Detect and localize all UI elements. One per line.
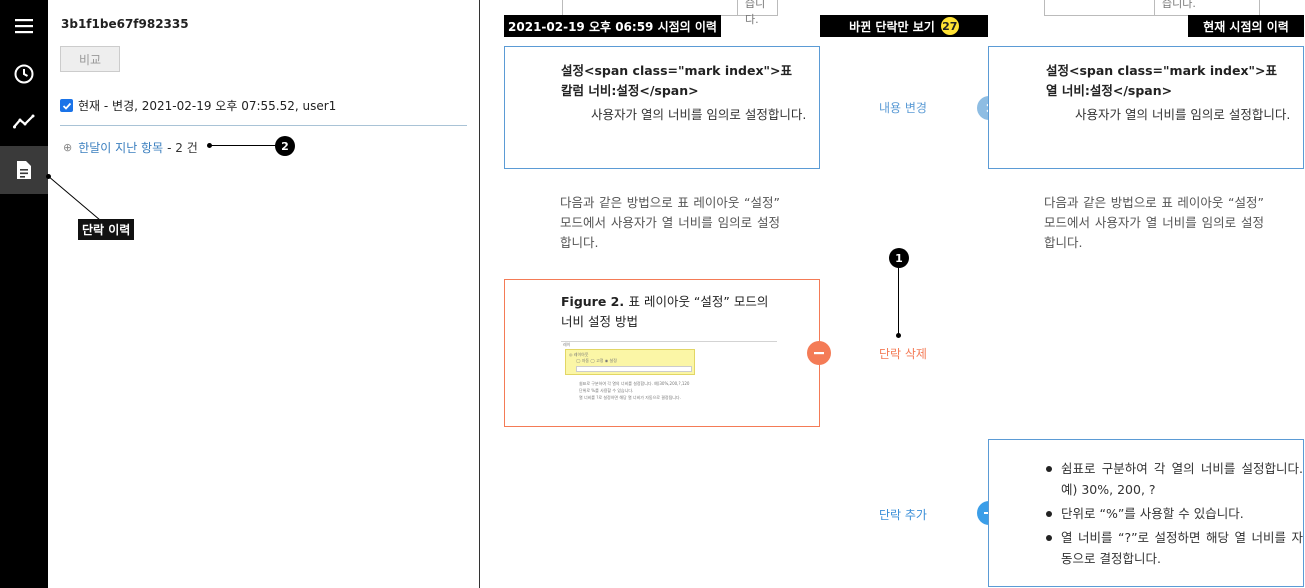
panel-divider	[60, 125, 467, 126]
right-unchanged-paragraph: 다음과 같은 방법으로 표 레이아웃 “설정” 모드에서 사용자가 열 너비를 …	[1044, 195, 1264, 250]
icon-rail	[0, 0, 48, 588]
expand-plus-icon[interactable]: ⊕	[63, 141, 72, 154]
menu-button[interactable]	[0, 2, 48, 50]
history-panel: 3b1f1be67f982335 비교 현재 - 변경, 2021-02-19 …	[48, 0, 480, 588]
figure-layout-options: ◎ 레이아웃 ◯ 자동 ◯ 고정 ◉ 설정	[565, 349, 695, 375]
older-items-link[interactable]: 한달이 지난 항목	[78, 139, 163, 156]
changed-only-toggle[interactable]: 바뀐 단락만 보기 27	[820, 15, 988, 37]
changed-only-label: 바뀐 단락만 보기	[849, 19, 935, 34]
left-modified-title: 설정<span class="mark index">표 칼럼 너비:설정</s…	[561, 63, 792, 98]
statistics-button[interactable]	[0, 98, 48, 146]
callout-1-anchor	[896, 333, 901, 338]
deleted-figure-caption: Figure 2. 표 레이아웃 “설정” 모드의 너비 설정 방법	[561, 294, 769, 329]
changes-count-badge: 27	[940, 17, 959, 35]
compare-view: 습니다. 습니다. 2021-02-19 오후 06:59 시점의 이력 바뀐 …	[481, 0, 1305, 588]
compare-button[interactable]: 비교	[60, 46, 120, 72]
left-unchanged-paragraph: 다음과 같은 방법으로 표 레이아웃 “설정” 모드에서 사용자가 열 너비를 …	[560, 195, 780, 250]
current-revision-label: 현재 - 변경, 2021-02-19 오후 07:55.52, user1	[78, 99, 337, 113]
left-previous-box-stub: 습니다.	[562, 0, 778, 26]
left-modified-desc: 사용자가 열의 너비를 임의로 설정합니다.	[591, 107, 807, 122]
right-stub-text: 습니다.	[1162, 0, 1196, 10]
checkmark-icon	[62, 102, 71, 110]
paragraph-history-button[interactable]	[0, 146, 48, 194]
list-item: 쉼표로 구분하여 각 열의 너비를 설정합니다. 예) 30%, 200, ?	[1043, 458, 1303, 500]
callout-2-line	[210, 145, 276, 146]
deleted-figure-paragraph: Figure 2. 표 레이아웃 “설정” 모드의 너비 설정 방법 레이 ◎ …	[504, 279, 820, 427]
list-item: 단위로 “%”를 사용할 수 있습니다.	[1043, 503, 1303, 524]
deleted-remove-button[interactable]	[807, 341, 831, 365]
right-modified-paragraph: 설정<span class="mark index">표 열 너비:설정</sp…	[988, 46, 1304, 169]
left-revision-header: 2021-02-19 오후 06:59 시점의 이력	[504, 15, 721, 37]
older-items-row: ⊕ 한달이 지난 항목 - 2 건	[63, 139, 198, 156]
list-item: 열 너비를 “?”로 설정하면 해당 열 너비를 자동으로 결정합니다.	[1043, 527, 1303, 569]
right-modified-desc: 사용자가 열의 너비를 임의로 설정합니다.	[1075, 107, 1291, 122]
revision-id: 3b1f1be67f982335	[61, 17, 189, 31]
menu-icon	[15, 19, 33, 34]
paragraph-history-tooltip: 단락 이력	[78, 219, 135, 240]
tooltip-leader-line	[48, 176, 101, 221]
document-icon	[17, 161, 31, 179]
added-label: 단락 추가	[879, 508, 927, 522]
history-button[interactable]	[0, 50, 48, 98]
minus-icon	[814, 352, 824, 355]
callout-1-line	[898, 268, 899, 334]
history-clock-icon	[14, 64, 34, 84]
current-revision-checkbox[interactable]	[60, 99, 73, 112]
right-previous-box-stub: 습니다.	[1044, 0, 1260, 16]
left-modified-paragraph: 설정<span class="mark index">표 칼럼 너비:설정</s…	[504, 46, 820, 169]
added-bullet-list: 쉼표로 구분하여 각 열의 너비를 설정합니다. 예) 30%, 200, ? …	[1043, 458, 1303, 572]
older-items-count: - 2 건	[167, 141, 198, 155]
added-list-paragraph: 쉼표로 구분하여 각 열의 너비를 설정합니다. 예) 30%, 200, ? …	[988, 439, 1304, 587]
figure-thumbnail: 레이 ◎ 레이아웃 ◯ 자동 ◯ 고정 ◉ 설정 쉼표로 구분하여 각 열의 너…	[561, 338, 777, 408]
callout-2-badge: 2	[275, 136, 295, 156]
right-revision-header: 현재 시점의 이력	[1188, 15, 1304, 37]
callout-1-badge: 1	[889, 248, 909, 268]
current-revision-row[interactable]: 현재 - 변경, 2021-02-19 오후 07:55.52, user1	[60, 97, 336, 114]
right-modified-title: 설정<span class="mark index">표 열 너비:설정</sp…	[1046, 63, 1277, 98]
chart-trend-icon	[13, 114, 35, 129]
modified-label: 내용 변경	[879, 101, 927, 115]
left-stub-text: 습니다.	[745, 0, 766, 26]
deleted-label: 단락 삭제	[879, 347, 927, 361]
